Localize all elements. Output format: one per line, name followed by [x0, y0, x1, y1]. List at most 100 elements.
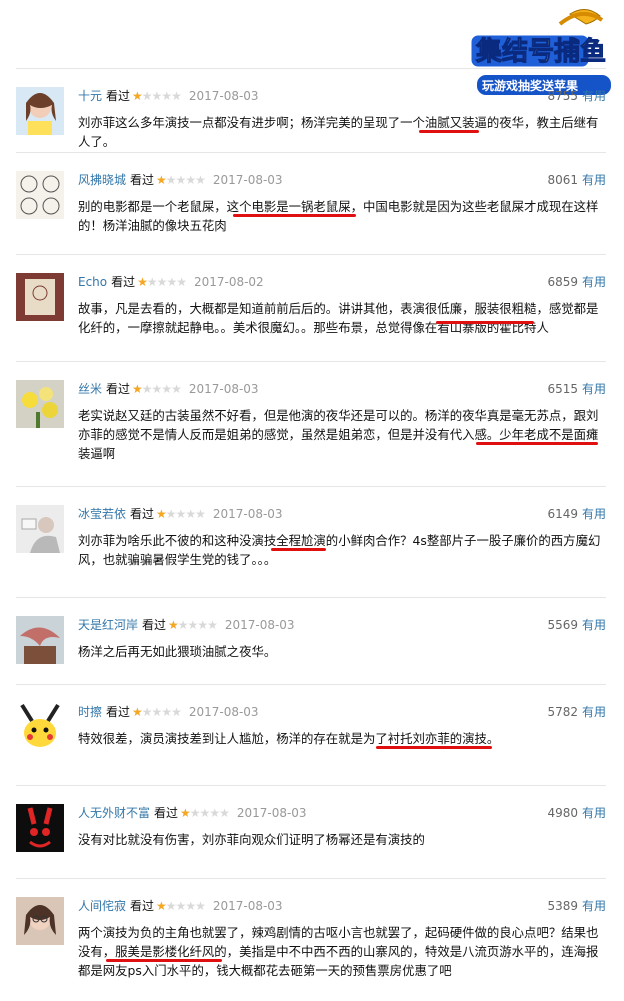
vote-count: 6515 — [547, 382, 578, 396]
watched-label: 看过 — [106, 382, 131, 396]
review-text: 没有对比就没有伤害，刘亦菲向观众们证明了杨幂还是有演技的 — [78, 832, 425, 847]
user-avatar[interactable] — [16, 273, 64, 321]
review-date: 2017-08-03 — [188, 382, 259, 396]
watched-label: 看过 — [142, 618, 167, 632]
review-item: 人间侘寂 看过 ★★★★★ 2017-08-03 5389 有用 两个演技为负的主角也就… — [16, 878, 606, 1001]
useful-button[interactable]: 有用 — [582, 507, 606, 521]
review-meta: 人无外财不富 看过 ★★★★★ 2017-08-03 — [78, 804, 307, 822]
user-avatar[interactable] — [16, 616, 64, 664]
review-meta: Echo 看过 ★★★★★ 2017-08-02 — [78, 273, 264, 291]
review-text: 刘亦菲这么多年演技一点都没有进步啊；杨洋完美的呈现了一个油腻又装逼的夜华，教主后… — [78, 115, 599, 149]
review-item: 十元 看过 ★★★★★ 2017-08-03 8755 有用 刘亦菲这么多年演技一点都没… — [16, 68, 606, 152]
user-avatar[interactable] — [16, 804, 64, 852]
watched-label: 看过 — [130, 899, 155, 913]
highlight-underline — [233, 214, 356, 217]
useful-votes: 4980 有用 — [547, 804, 606, 822]
review-meta: 丝米 看过 ★★★★★ 2017-08-03 — [78, 380, 259, 398]
highlight-underline — [376, 746, 492, 749]
user-avatar[interactable] — [16, 897, 64, 945]
watched-label: 看过 — [130, 173, 155, 187]
review-date: 2017-08-03 — [188, 705, 259, 719]
review-text: 故事，凡是去看的，大概都是知道前前后后的。讲讲其他，表演很低廉，服装很粗糙，感觉… — [78, 301, 599, 335]
vote-count: 5569 — [547, 618, 578, 632]
review-date: 2017-08-03 — [236, 806, 307, 820]
useful-button[interactable]: 有用 — [582, 89, 606, 103]
useful-votes: 5569 有用 — [547, 616, 606, 634]
watched-label: 看过 — [154, 806, 179, 820]
username-link[interactable]: 风拂晓城 — [78, 173, 126, 187]
watched-label: 看过 — [106, 89, 131, 103]
useful-button[interactable]: 有用 — [582, 806, 606, 820]
username-link[interactable]: 人间侘寂 — [78, 899, 126, 913]
vote-count: 6149 — [547, 507, 578, 521]
vote-count: 8755 — [547, 89, 578, 103]
review-item: 风拂晓城 看过 ★★★★★ 2017-08-03 8061 有用 别的电影都是一个老鼠屎… — [16, 152, 606, 254]
vote-count: 8061 — [547, 173, 578, 187]
review-date: 2017-08-03 — [224, 618, 295, 632]
star-icon: ★★★★★ — [137, 275, 187, 289]
user-avatar[interactable] — [16, 703, 64, 751]
star-icon: ★★★★★ — [156, 507, 206, 521]
user-avatar[interactable] — [16, 171, 64, 219]
review-text: 杨洋之后再无如此猥琐油腻之夜华。 — [78, 644, 277, 659]
review-text: 刘亦菲为啥乐此不彼的和这种没演技全程尬演的小鲜肉合作？4s整部片子一股子廉价的西… — [78, 533, 601, 567]
star-icon: ★★★★★ — [132, 705, 182, 719]
user-avatar[interactable] — [16, 87, 64, 135]
star-icon: ★★★★★ — [180, 806, 230, 820]
username-link[interactable]: 天是红河岸 — [78, 618, 138, 632]
username-link[interactable]: Echo — [78, 275, 107, 289]
useful-button[interactable]: 有用 — [582, 382, 606, 396]
useful-votes: 8755 有用 — [547, 87, 606, 105]
review-meta: 风拂晓城 看过 ★★★★★ 2017-08-03 — [78, 171, 283, 189]
highlight-underline — [106, 959, 222, 962]
review-meta: 十元 看过 ★★★★★ 2017-08-03 — [78, 87, 259, 105]
useful-button[interactable]: 有用 — [582, 173, 606, 187]
review-text: 两个演技为负的主角也就罢了，辣鸡剧情的古呕小言也就罢了，起码硬件做的良心点吧？结… — [78, 925, 599, 978]
username-link[interactable]: 冰莹若依 — [78, 507, 126, 521]
review-date: 2017-08-03 — [212, 173, 283, 187]
review-item: 天是红河岸 看过 ★★★★★ 2017-08-03 5569 有用 杨洋之后再无如此猥琐… — [16, 597, 606, 684]
useful-button[interactable]: 有用 — [582, 899, 606, 913]
username-link[interactable]: 时擦 — [78, 705, 102, 719]
review-date: 2017-08-03 — [212, 899, 283, 913]
useful-button[interactable]: 有用 — [582, 275, 606, 289]
useful-votes: 5782 有用 — [547, 703, 606, 721]
username-link[interactable]: 丝米 — [78, 382, 102, 396]
useful-votes: 6859 有用 — [547, 273, 606, 291]
star-icon: ★★★★★ — [168, 618, 218, 632]
user-avatar[interactable] — [16, 380, 64, 428]
vote-count: 4980 — [547, 806, 578, 820]
watched-label: 看过 — [106, 705, 131, 719]
review-item: 冰莹若依 看过 ★★★★★ 2017-08-03 6149 有用 刘亦菲为啥乐此不彼的和… — [16, 486, 606, 597]
useful-votes: 6149 有用 — [547, 505, 606, 523]
review-list: 十元 看过 ★★★★★ 2017-08-03 8755 有用 刘亦菲这么多年演技一点都没… — [16, 68, 606, 1001]
highlight-underline — [476, 442, 598, 445]
logo-title: 集结号 — [475, 36, 554, 67]
star-icon: ★★★★★ — [156, 899, 206, 913]
review-item: 丝米 看过 ★★★★★ 2017-08-03 6515 有用 老实说赵又廷的古装虽然不好… — [16, 361, 606, 486]
review-date: 2017-08-03 — [212, 507, 283, 521]
useful-button[interactable]: 有用 — [582, 705, 606, 719]
review-date: 2017-08-03 — [188, 89, 259, 103]
highlight-underline — [271, 548, 326, 551]
user-avatar[interactable] — [16, 505, 64, 553]
star-icon: ★★★★★ — [156, 173, 206, 187]
review-text: 老实说赵又廷的古装虽然不好看，但是他演的夜华还是可以的。杨洋的夜华真是毫无苏点，… — [78, 408, 599, 461]
review-text: 特效很差，演员演技差到让人尴尬，杨洋的存在就是为了衬托刘亦菲的演技。 — [78, 731, 500, 746]
vote-count: 5782 — [547, 705, 578, 719]
useful-votes: 8061 有用 — [547, 171, 606, 189]
username-link[interactable]: 人无外财不富 — [78, 806, 150, 820]
star-icon: ★★★★★ — [132, 382, 182, 396]
review-date: 2017-08-02 — [193, 275, 264, 289]
useful-button[interactable]: 有用 — [582, 618, 606, 632]
highlight-underline — [419, 130, 479, 133]
star-icon: ★★★★★ — [132, 89, 182, 103]
watched-label: 看过 — [111, 275, 136, 289]
vote-count: 5389 — [547, 899, 578, 913]
vote-count: 6859 — [547, 275, 578, 289]
review-meta: 人间侘寂 看过 ★★★★★ 2017-08-03 — [78, 897, 283, 915]
username-link[interactable]: 十元 — [78, 89, 102, 103]
useful-votes: 5389 有用 — [547, 897, 606, 915]
logo-title-2: 捕鱼 — [554, 37, 606, 67]
review-meta: 冰莹若依 看过 ★★★★★ 2017-08-03 — [78, 505, 283, 523]
